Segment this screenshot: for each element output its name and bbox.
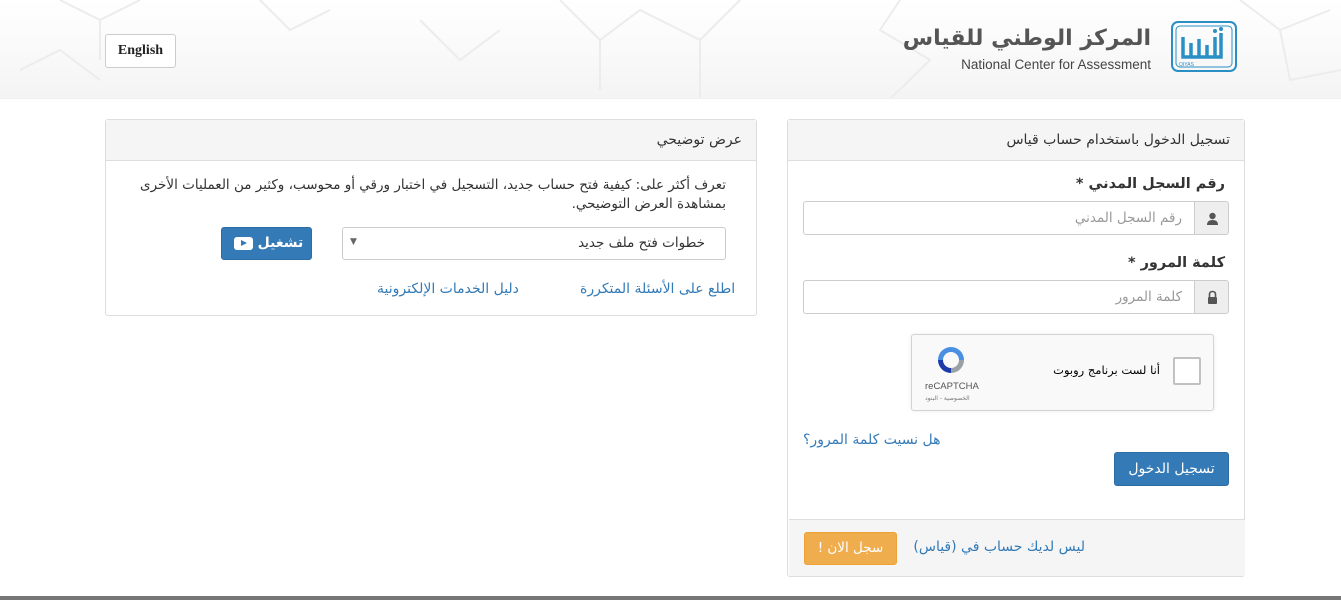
- demo-panel-title: عرض توضيحي: [106, 120, 756, 161]
- user-icon: [1207, 212, 1218, 225]
- site-header: English المركز الوطني للقياس National Ce…: [0, 0, 1341, 99]
- logo-subtitle: National Center for Assessment: [961, 57, 1151, 72]
- password-group: كلمة المرور: [803, 280, 1229, 314]
- chevron-down-icon: ▼: [350, 237, 357, 247]
- password-input[interactable]: كلمة المرور: [803, 280, 1195, 314]
- faq-link[interactable]: اطلع على الأسئلة المتكررة: [580, 281, 735, 297]
- password-label: كلمة المرور *: [1127, 255, 1225, 271]
- bottom-bar: [0, 596, 1341, 600]
- civil-id-label: رقم السجل المدني *: [1075, 176, 1225, 192]
- civil-id-group: رقم السجل المدني: [803, 201, 1229, 235]
- login-panel-title: تسجيل الدخول باستخدام حساب قياس: [788, 120, 1244, 161]
- civil-id-placeholder: رقم السجل المدني: [1074, 210, 1182, 226]
- eservices-guide-link[interactable]: دليل الخدمات الإلكترونية: [377, 281, 519, 297]
- password-placeholder: كلمة المرور: [1115, 289, 1182, 305]
- civil-id-input[interactable]: رقم السجل المدني: [803, 201, 1195, 235]
- youtube-play-icon: [233, 236, 253, 250]
- recaptcha-logo-icon: [938, 347, 964, 373]
- play-button-label: تشغيل: [257, 235, 304, 251]
- recaptcha-brand: reCAPTCHA: [925, 381, 979, 392]
- recaptcha-checkbox[interactable]: [1173, 357, 1201, 385]
- no-account-text: ليس لديك حساب في (قياس): [913, 539, 1085, 555]
- recaptcha-terms[interactable]: الخصوصية - البنود: [925, 395, 970, 402]
- demo-topic-select-value: خطوات فتح ملف جديد: [578, 235, 705, 251]
- play-demo-button[interactable]: تشغيل: [221, 227, 312, 260]
- login-submit-button[interactable]: تسجيل الدخول: [1114, 452, 1229, 486]
- register-now-button[interactable]: سجل الان !: [804, 532, 897, 565]
- demo-topic-select[interactable]: خطوات فتح ملف جديد ▼: [342, 227, 726, 260]
- register-footer: ليس لديك حساب في (قياس) سجل الان !: [789, 519, 1245, 576]
- lock-icon: [1208, 290, 1217, 304]
- forgot-password-link[interactable]: هل نسيت كلمة المرور؟: [803, 432, 941, 448]
- demo-description: تعرف أكثر على: كيفية فتح حساب جديد، التس…: [140, 177, 726, 212]
- english-language-button[interactable]: English: [105, 34, 176, 68]
- qiyas-logo-icon: QIYAS: [1171, 21, 1237, 72]
- svg-text:QIYAS: QIYAS: [1179, 62, 1195, 68]
- recaptcha-widget: أنا لست برنامج روبوت reCAPTCHA الخصوصية …: [911, 334, 1214, 411]
- recaptcha-label: أنا لست برنامج روبوت: [1053, 363, 1160, 377]
- civil-id-addon: [1194, 201, 1229, 235]
- password-addon: [1194, 280, 1229, 314]
- logo-title: المركز الوطني للقياس: [902, 26, 1152, 51]
